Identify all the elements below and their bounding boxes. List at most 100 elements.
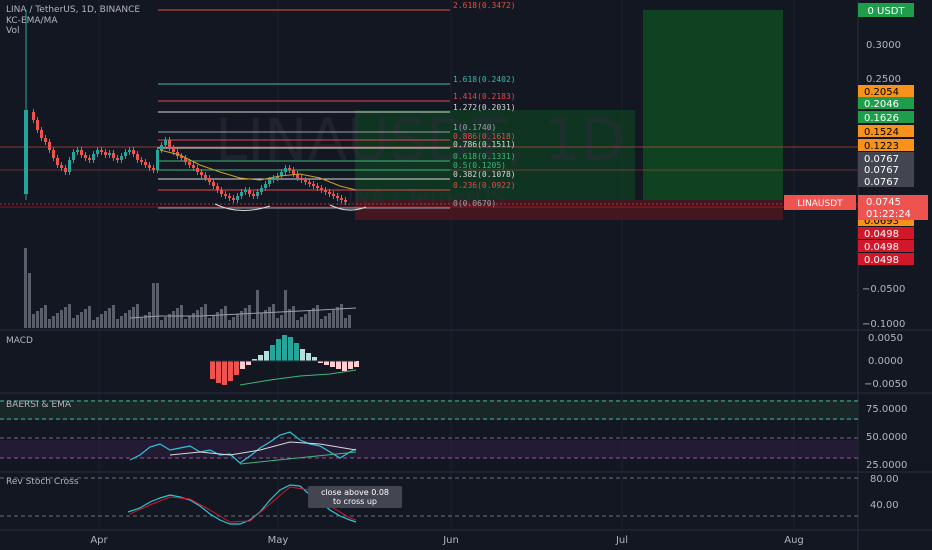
candle <box>344 200 347 202</box>
volume-bar <box>48 319 51 328</box>
volume-bar <box>104 311 107 328</box>
stoch-title[interactable]: Rev Stoch Cross <box>6 477 79 487</box>
volume-bar <box>292 306 295 328</box>
volume-bar <box>276 318 279 328</box>
chart-canvas[interactable]: LINAUSDT, 1D LINA / TetherUS 2.618(0.347… <box>0 0 932 550</box>
candle <box>136 154 139 160</box>
volume-bar <box>340 304 343 328</box>
volume-bar <box>196 310 199 328</box>
time-label-may: May <box>268 535 289 546</box>
stoch-note-line-2: to cross up <box>333 497 377 506</box>
svg-text:0.1524: 0.1524 <box>864 127 899 138</box>
price-badge: 0.0498 <box>858 227 914 240</box>
candle <box>292 170 295 174</box>
candle <box>140 160 143 162</box>
volume-bar <box>200 307 203 328</box>
candle <box>96 150 99 154</box>
fib-label-1414: 1.414(0.2183) <box>453 92 516 101</box>
volume-bar <box>156 283 159 328</box>
svg-text:0.0498: 0.0498 <box>864 255 899 266</box>
volume-bar <box>92 320 95 328</box>
svg-text:0.0498: 0.0498 <box>864 242 899 253</box>
volume-bar <box>228 320 231 328</box>
volume-bar <box>216 312 219 328</box>
rsi-title[interactable]: BAERSI & EMA <box>6 400 72 410</box>
volume-bar <box>56 313 59 328</box>
macd-bar <box>228 361 233 381</box>
volume-bar <box>72 318 75 328</box>
price-tick-0: 0.3000 <box>866 40 901 51</box>
candle <box>192 165 195 168</box>
volume-bar <box>284 290 287 328</box>
candle <box>168 140 171 148</box>
volume-bar <box>80 312 83 328</box>
svg-text:0.0767: 0.0767 <box>864 165 899 176</box>
indicator-kc-ema[interactable]: KC-EMA/MA <box>6 16 58 26</box>
price-badge: 0.2046 <box>858 97 914 110</box>
fib-label-1618: 1.618(0.2402) <box>453 75 516 84</box>
candle <box>40 130 43 138</box>
volume-bar <box>344 318 347 328</box>
macd-bar <box>312 357 317 361</box>
macd-bar <box>306 353 311 361</box>
candle <box>172 148 175 152</box>
stoch-tick-0: 80.00 <box>870 474 899 485</box>
indicator-vol[interactable]: Vol <box>6 26 19 36</box>
volume-bar <box>208 318 211 328</box>
macd-bar <box>354 361 359 367</box>
candle <box>52 150 55 158</box>
candle <box>164 140 167 145</box>
volume-bar <box>176 308 179 328</box>
macd-bar <box>288 337 293 361</box>
candle <box>316 186 319 188</box>
currency-badge-label: 0 USDT <box>867 6 905 17</box>
candle <box>260 188 263 192</box>
volume-bar <box>212 315 215 328</box>
volume-bar <box>232 317 235 328</box>
volume-bar <box>324 316 327 328</box>
volume-bar <box>260 313 263 328</box>
macd-bar <box>270 345 275 361</box>
svg-text:0.0498: 0.0498 <box>864 229 899 240</box>
candle <box>144 162 147 165</box>
macd-title[interactable]: MACD <box>6 336 33 346</box>
candle <box>188 162 191 165</box>
candle <box>248 190 251 194</box>
stoch-note-box: close above 0.08 to cross up <box>308 486 402 508</box>
price-tick-1: 0.2500 <box>866 74 901 85</box>
macd-bar <box>210 361 215 379</box>
candle <box>300 178 303 180</box>
volume-bar <box>316 305 319 328</box>
volume-bar <box>236 314 239 328</box>
volume-bar <box>272 304 275 328</box>
volume-bar <box>116 319 119 328</box>
candle <box>80 150 83 155</box>
symbol-title[interactable]: LINA / TetherUS, 1D, BINANCE <box>6 5 140 15</box>
volume-bar <box>320 319 323 328</box>
candle <box>104 152 107 155</box>
volume-bar <box>244 308 247 328</box>
price-badge: 0.2054 <box>858 85 914 98</box>
candle <box>284 168 287 172</box>
candle <box>120 156 123 160</box>
volume-bar <box>164 317 167 328</box>
candle <box>252 194 255 196</box>
macd-bar <box>216 361 221 383</box>
macd-bar <box>258 355 263 361</box>
currency-badge[interactable]: 0 USDT <box>858 3 914 17</box>
candle <box>92 154 95 160</box>
volume-bar <box>172 311 175 328</box>
candle <box>76 150 79 152</box>
volume-bar <box>268 307 271 328</box>
candle <box>60 165 63 168</box>
macd-bar <box>222 361 227 385</box>
candle <box>36 120 39 130</box>
volume-bar <box>188 316 191 328</box>
volume-bar <box>148 312 151 328</box>
volume-bar <box>100 314 103 328</box>
fib-label-0: 0(0.0670) <box>453 199 496 208</box>
price-tick-2: −0.0500 <box>862 284 905 295</box>
candle <box>268 180 271 184</box>
volume-bar <box>248 305 251 328</box>
last-price: 0.0745 <box>866 197 901 208</box>
